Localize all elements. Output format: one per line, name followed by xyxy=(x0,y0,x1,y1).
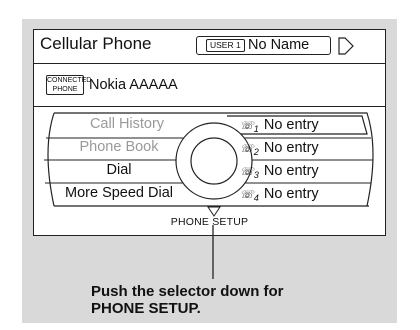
callout-line xyxy=(212,225,214,279)
instruction-caption: Push the selector down for PHONE SETUP. xyxy=(91,283,284,317)
